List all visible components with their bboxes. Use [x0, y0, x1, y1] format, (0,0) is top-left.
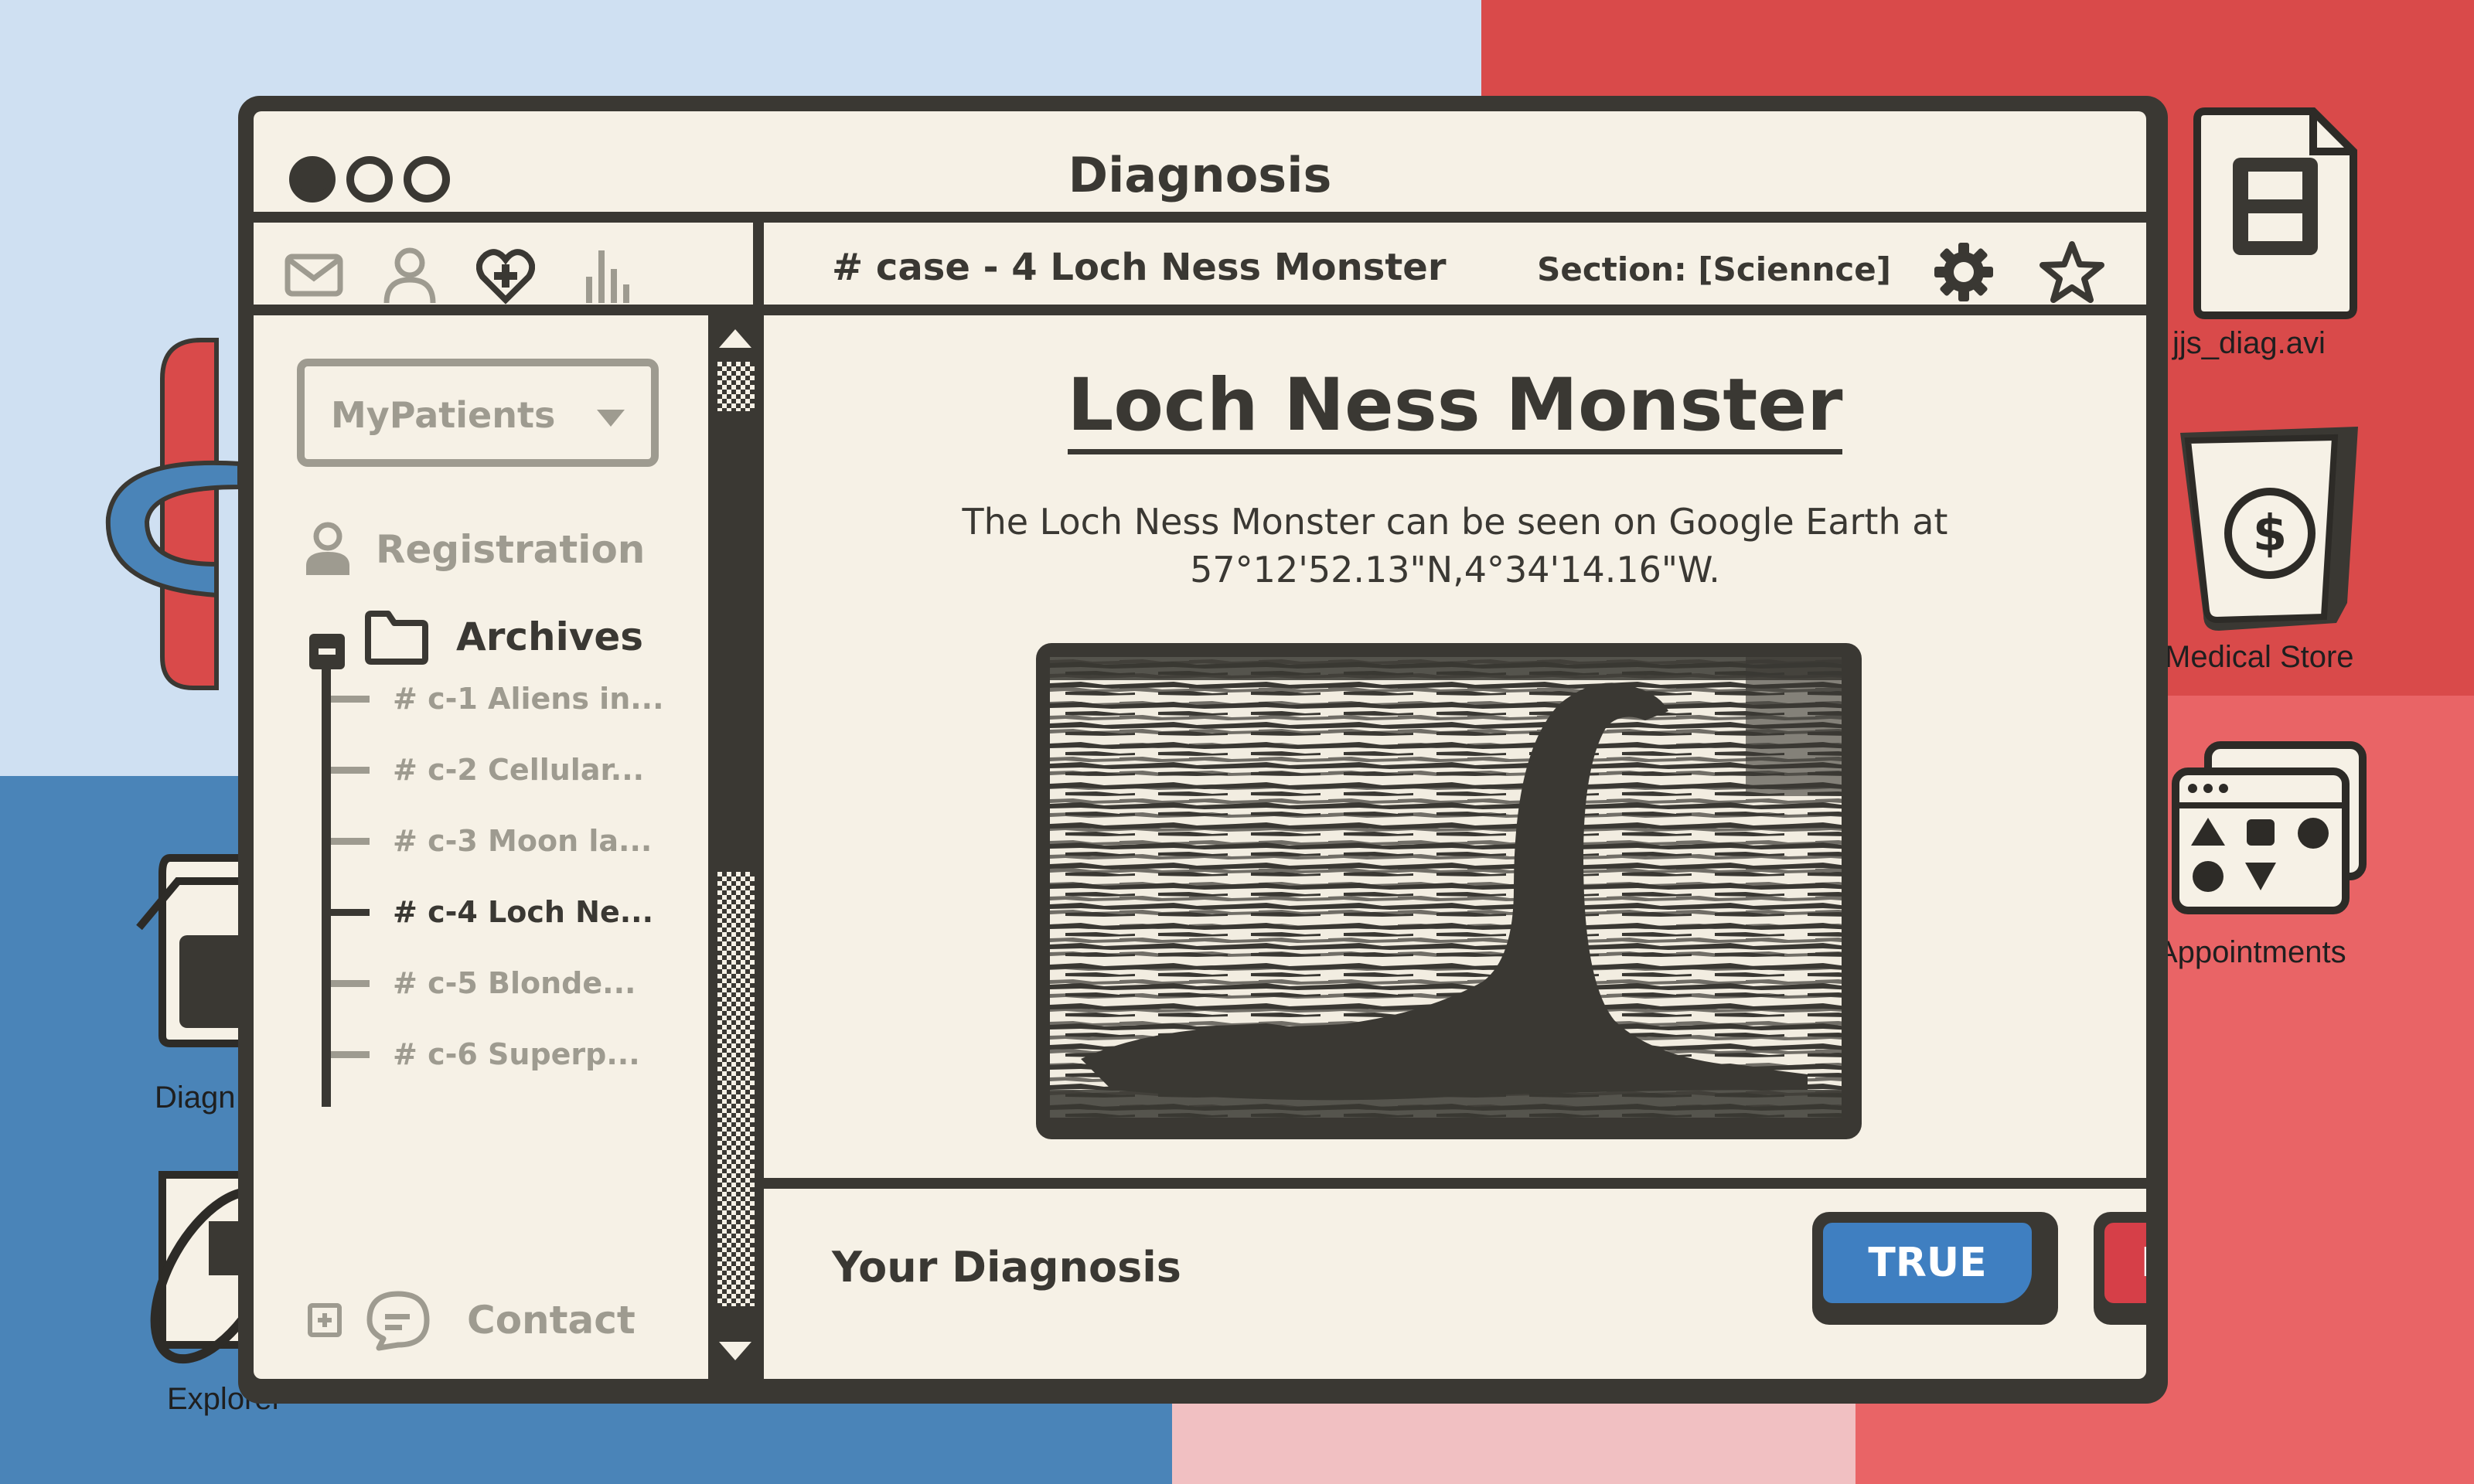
diagnosis-label: Your Diagnosis [832, 1243, 1181, 1292]
case-list-item[interactable]: # c-2 Cellular... [331, 753, 644, 787]
chevron-down-icon [597, 410, 625, 427]
tree-branch [331, 766, 370, 774]
apps-folder-icon [2172, 741, 2367, 914]
sidebar-item-contact[interactable]: Contact [308, 1289, 636, 1351]
case-item-label: # c-1 Aliens in... [393, 682, 664, 716]
case-content: Loch Ness Monster The Loch Ness Monster … [764, 315, 2146, 1189]
true-button[interactable]: TRUE [1812, 1212, 2058, 1325]
case-item-label: # c-2 Cellular... [393, 753, 645, 787]
heart-plus-icon[interactable] [476, 246, 535, 305]
section-label: Section: [Sciennce] [1537, 250, 1891, 288]
case-item-label: # c-3 Moon la... [393, 824, 653, 858]
expand-plus-icon[interactable] [308, 1303, 342, 1337]
chat-bubble-icon [366, 1291, 430, 1351]
false-button[interactable]: FALSE [2094, 1212, 2146, 1325]
archives-tree-line [322, 643, 331, 1107]
scroll-up-arrow-icon[interactable] [719, 329, 751, 348]
sidebar-item-label: Archives [456, 614, 643, 659]
sidebar-scrollbar[interactable] [708, 315, 764, 1379]
desktop-icon-appointments[interactable]: Appointments [2157, 734, 2381, 982]
sidebar-item-archives[interactable]: Archives [363, 609, 643, 665]
sidebar-item-label: Contact [467, 1298, 636, 1343]
magnet-decoration-icon [105, 338, 242, 690]
sidebar-item-registration[interactable]: Registration [303, 521, 645, 578]
case-list-item-active[interactable]: # c-4 Loch Ne... [331, 895, 653, 929]
user-icon[interactable] [380, 246, 439, 305]
tree-branch [331, 908, 370, 916]
diagnosis-bar: Your Diagnosis TRUE FALSE [764, 1189, 2146, 1379]
loch-ness-monster-photo [1050, 657, 1842, 1118]
case-item-label: # c-6 Superp... [393, 1037, 640, 1071]
scroll-down-arrow-icon[interactable] [719, 1342, 751, 1360]
gear-icon[interactable] [1933, 241, 1995, 303]
mail-icon[interactable] [285, 246, 343, 305]
case-item-label: # c-4 Loch Ne... [393, 895, 654, 929]
explorer-icon [150, 1171, 255, 1364]
false-button-label: FALSE [2104, 1223, 2146, 1303]
diagnosis-jar-icon [136, 854, 255, 1047]
svg-text:$: $ [2253, 505, 2288, 563]
case-item-label: # c-5 Blonde... [393, 966, 636, 1000]
case-heading: Loch Ness Monster [764, 363, 2146, 454]
desktop-icon-label: jjs_diag.avi [2172, 326, 2326, 360]
window-title: Diagnosis [1068, 147, 1332, 203]
video-file-icon [2193, 107, 2357, 319]
title-bar[interactable]: Diagnosis [254, 111, 2146, 223]
tree-branch [331, 695, 370, 703]
desktop-icon-diagnosis[interactable]: Diagn [131, 842, 255, 1121]
star-icon[interactable] [2040, 240, 2104, 305]
description-line: 57°12'52.13"N,4°34'14.16"W. [1190, 549, 1720, 591]
dropdown-value: MyPatients [331, 394, 556, 436]
desktop-icon-label: Appointments [2157, 935, 2346, 969]
case-list-item[interactable]: # c-1 Aliens in... [331, 682, 664, 716]
store-bag-icon: $ [2180, 427, 2358, 631]
sidebar-toolbar [254, 223, 764, 315]
case-list-item[interactable]: # c-6 Superp... [331, 1037, 640, 1071]
desktop-icon-label: Diagn [155, 1081, 236, 1115]
tree-branch [331, 837, 370, 845]
loch-ness-photo-image [1050, 657, 1842, 1118]
user-icon [306, 522, 349, 575]
scrollbar-track-top [717, 362, 755, 411]
desktop-icon-video-file[interactable]: jjs_diag.avi [2172, 105, 2366, 368]
case-description: The Loch Ness Monster can be seen on Goo… [764, 498, 2146, 594]
case-list-item[interactable]: # c-3 Moon la... [331, 824, 652, 858]
desktop-icon-medical-store[interactable]: $ Medical Store [2157, 417, 2381, 688]
collapse-toggle-icon[interactable] [309, 634, 345, 669]
folder-icon [365, 611, 428, 665]
content-toolbar: # case - 4 Loch Ness Monster Section: [S… [764, 223, 2146, 315]
sidebar-item-label: Registration [376, 527, 646, 572]
tree-branch [331, 979, 370, 987]
tree-branch [331, 1050, 370, 1058]
diagnosis-window: Diagnosis # case - 4 Loch Ness Monster S… [238, 96, 2168, 1404]
description-line: The Loch Ness Monster can be seen on Goo… [962, 501, 1948, 543]
scrollbar-thumb[interactable] [717, 872, 755, 1306]
window-body: Diagnosis # case - 4 Loch Ness Monster S… [254, 111, 2146, 1379]
patients-dropdown[interactable]: MyPatients [297, 359, 659, 467]
case-heading-text: Loch Ness Monster [1067, 363, 1843, 454]
sidebar: MyPatients Registration Archives # c-1 A… [254, 315, 708, 1379]
case-photo-frame [1036, 643, 1862, 1139]
desktop-icon-label: Medical Store [2165, 640, 2354, 674]
case-title: # case - 4 Loch Ness Monster [832, 246, 1447, 289]
bar-chart-icon[interactable] [581, 246, 640, 305]
true-button-label: TRUE [1823, 1223, 2032, 1303]
case-list-item[interactable]: # c-5 Blonde... [331, 966, 636, 1000]
